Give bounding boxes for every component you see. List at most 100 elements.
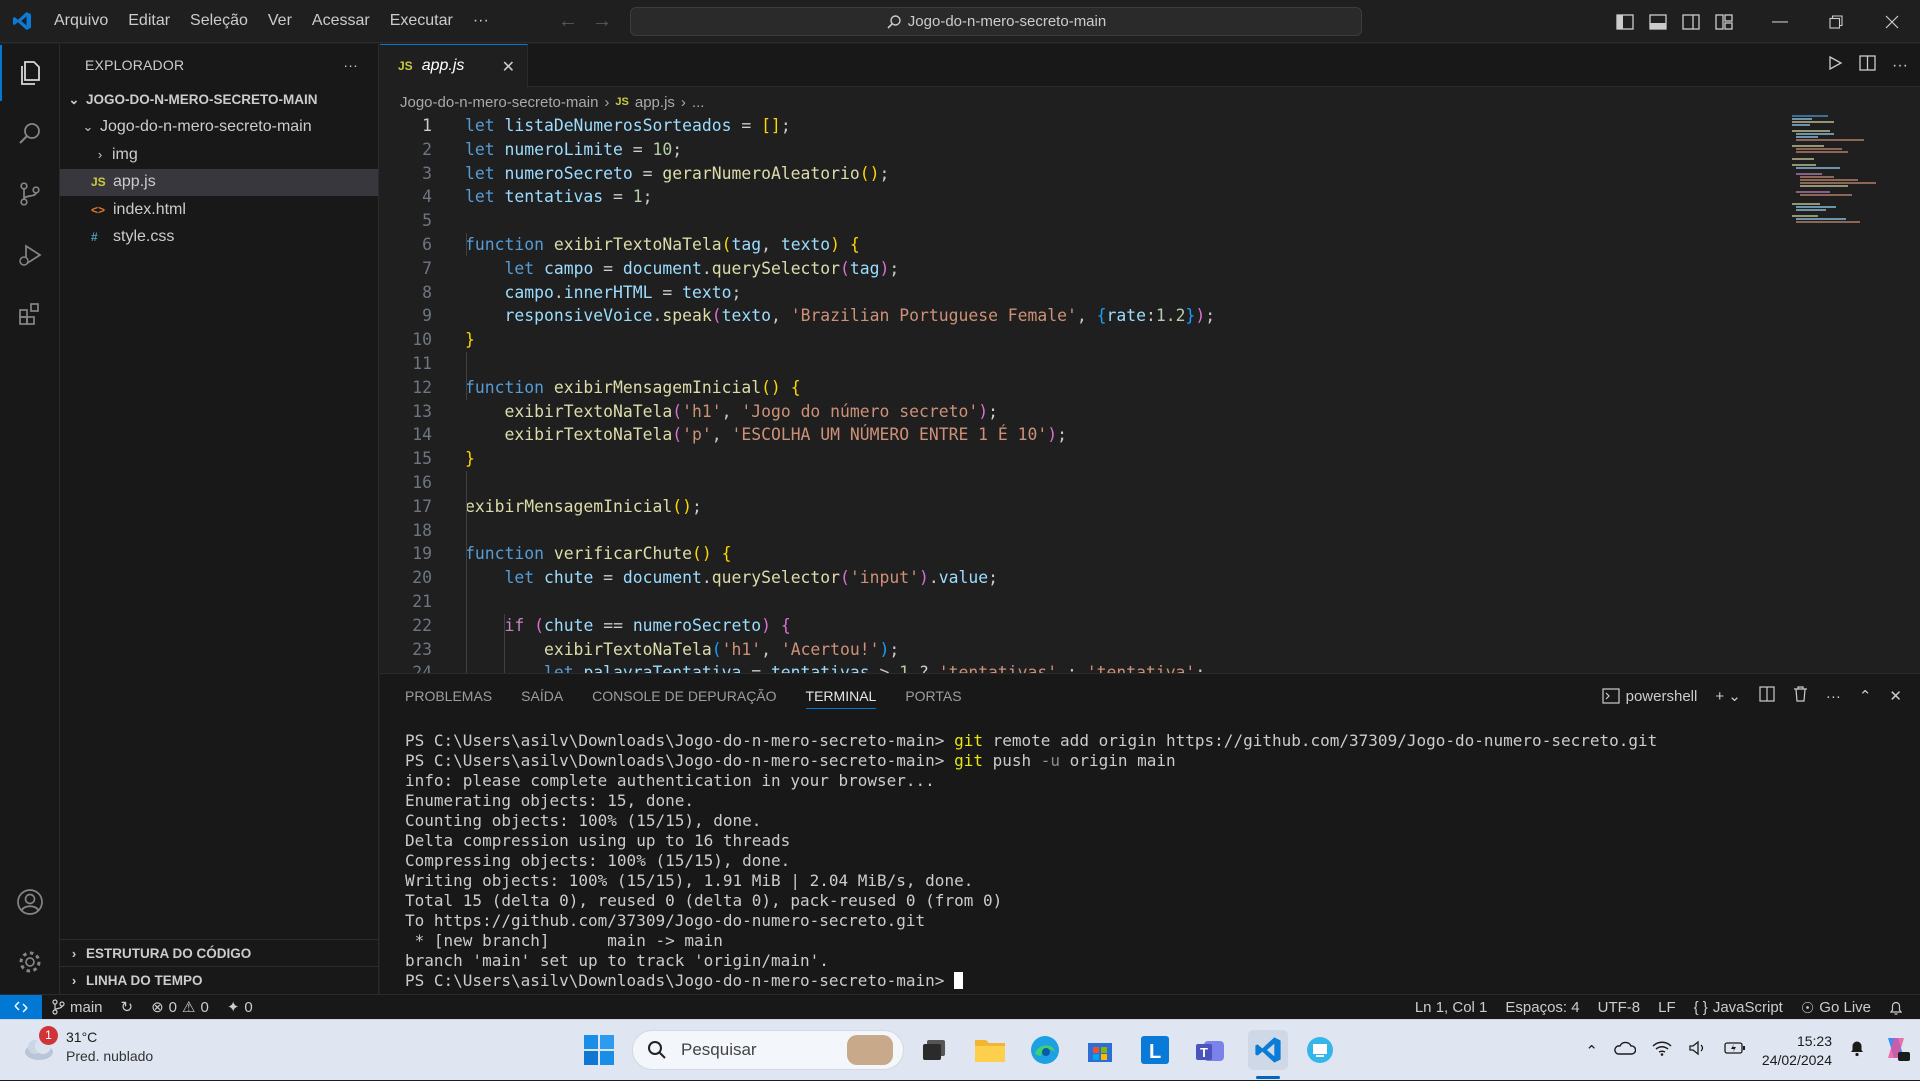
- cloud-icon: 1: [22, 1026, 58, 1064]
- system-tray: ⌃ 15:23 24/02/2024: [1585, 1020, 1910, 1081]
- battery-icon[interactable]: [1724, 1040, 1746, 1061]
- notifications-bell-icon[interactable]: [1880, 1000, 1912, 1016]
- editor-actions: ···: [1827, 44, 1908, 87]
- trash-icon[interactable]: [1793, 686, 1808, 706]
- menu-more[interactable]: ···: [463, 6, 499, 36]
- l-app-icon[interactable]: L: [1138, 1033, 1172, 1067]
- indent-guide: [466, 352, 467, 400]
- toggle-primary-sidebar-icon[interactable]: [1608, 0, 1641, 43]
- code-editor[interactable]: 1 let listaDeNumerosSorteados = []; 2 let …: [380, 114, 1920, 674]
- outline-label: ESTRUTURA DO CÓDIGO: [86, 945, 252, 961]
- breadcrumb-file[interactable]: app.js: [635, 94, 675, 111]
- workspace-root[interactable]: ⌄ JOGO-DO-N-MERO-SECRETO-MAIN: [60, 86, 378, 114]
- menu-executar[interactable]: Executar: [380, 6, 463, 36]
- toggle-secondary-sidebar-icon[interactable]: [1674, 0, 1707, 43]
- svg-text:L: L: [1149, 1041, 1161, 1063]
- close-window-icon[interactable]: [1864, 0, 1920, 43]
- go-live-button[interactable]: ☉ Go Live: [1792, 999, 1880, 1017]
- teams-icon[interactable]: T: [1193, 1033, 1227, 1067]
- vscode-taskbar-icon[interactable]: [1248, 1030, 1288, 1070]
- tab-debug-console[interactable]: CONSOLE DE DEPURAÇÃO: [592, 688, 776, 704]
- sync-icon[interactable]: ↻: [112, 998, 143, 1016]
- search-activity-icon[interactable]: [0, 106, 60, 162]
- extensions-icon[interactable]: [0, 286, 60, 342]
- taskbar-search[interactable]: Pesquisar: [632, 1030, 904, 1070]
- tray-overflow-icon[interactable]: ⌃: [1585, 1042, 1598, 1060]
- indentation[interactable]: Espaços: 4: [1496, 999, 1588, 1016]
- source-control-icon[interactable]: [0, 166, 60, 222]
- html-file-icon: <>: [91, 202, 106, 217]
- timeline-section[interactable]: › LINHA DO TEMPO: [60, 966, 379, 993]
- split-terminal-icon[interactable]: [1759, 686, 1775, 706]
- problems-indicator[interactable]: ⊗ 0 ⚠ 0: [142, 998, 218, 1017]
- maximize-panel-icon[interactable]: ⌃: [1859, 687, 1872, 705]
- ports-indicator[interactable]: ✦ 0: [218, 998, 262, 1017]
- editor-more-icon[interactable]: ···: [1892, 57, 1908, 75]
- remote-indicator-icon[interactable]: [0, 994, 42, 1020]
- code-line: 2 let numeroLimite = 10;: [422, 139, 683, 159]
- outline-section[interactable]: › ESTRUTURA DO CÓDIGO: [60, 939, 379, 966]
- volume-icon[interactable]: [1688, 1040, 1708, 1061]
- tab-ports[interactable]: PORTAS: [905, 688, 961, 704]
- tab-terminal[interactable]: TERMINAL: [805, 683, 877, 709]
- toggle-panel-icon[interactable]: [1641, 0, 1674, 43]
- menu-acessar[interactable]: Acessar: [302, 6, 380, 36]
- back-arrow-icon[interactable]: ←: [558, 10, 578, 33]
- language-mode[interactable]: { } JavaScript: [1685, 999, 1792, 1016]
- menu-arquivo[interactable]: Arquivo: [44, 6, 118, 36]
- tab-problems[interactable]: PROBLEMAS: [405, 688, 492, 704]
- code-line: 7 let campo = document.querySelector(tag…: [422, 258, 900, 278]
- terminal-line: Enumerating objects: 15, done.: [405, 791, 694, 810]
- close-panel-icon[interactable]: ✕: [1889, 687, 1902, 705]
- breadcrumb-symbol[interactable]: ...: [692, 94, 705, 111]
- close-tab-icon[interactable]: ✕: [502, 57, 515, 77]
- copilot-icon[interactable]: [1882, 1034, 1910, 1067]
- split-editor-icon[interactable]: [1859, 55, 1876, 76]
- file-index-html[interactable]: <> index.html: [60, 196, 378, 224]
- run-file-icon[interactable]: [1827, 55, 1843, 76]
- system-clock[interactable]: 15:23 24/02/2024: [1762, 1032, 1832, 1070]
- forward-arrow-icon[interactable]: →: [592, 10, 612, 33]
- microsoft-store-icon[interactable]: [1083, 1033, 1117, 1067]
- encoding[interactable]: UTF-8: [1589, 999, 1650, 1016]
- terminal-output[interactable]: PS C:\Users\asilv\Downloads\Jogo-do-n-me…: [405, 731, 1657, 991]
- menu-ver[interactable]: Ver: [258, 6, 302, 36]
- file-style-css[interactable]: # style.css: [60, 224, 378, 252]
- panel-more-icon[interactable]: ···: [1826, 688, 1841, 705]
- weather-widget[interactable]: 1 31°C Pred. nublado: [22, 1026, 153, 1066]
- remote-desktop-icon[interactable]: [1303, 1033, 1337, 1067]
- explorer-icon[interactable]: [0, 45, 60, 101]
- restore-icon[interactable]: [1808, 0, 1864, 43]
- folder-img[interactable]: › img: [60, 141, 378, 169]
- branch-indicator[interactable]: main: [42, 999, 112, 1016]
- new-terminal-icon[interactable]: + ⌄: [1715, 687, 1741, 705]
- notification-bell-icon[interactable]: [1848, 1039, 1866, 1062]
- onedrive-icon[interactable]: [1614, 1040, 1637, 1061]
- edge-browser-icon[interactable]: [1028, 1033, 1062, 1067]
- sidebar-more-button[interactable]: ···: [343, 57, 358, 73]
- breadcrumb-folder[interactable]: Jogo-do-n-mero-secreto-main: [400, 94, 598, 111]
- menu-selecao[interactable]: Seleção: [180, 6, 258, 36]
- end-of-line[interactable]: LF: [1649, 999, 1685, 1016]
- tab-app-js[interactable]: JS app.js ✕: [380, 44, 528, 87]
- folder-project[interactable]: ⌄ Jogo-do-n-mero-secreto-main: [60, 114, 378, 142]
- wifi-icon[interactable]: [1652, 1040, 1672, 1061]
- settings-gear-icon[interactable]: [0, 934, 60, 990]
- run-debug-icon[interactable]: [0, 227, 60, 283]
- tab-output[interactable]: SAÍDA: [521, 688, 563, 704]
- task-view-icon[interactable]: [918, 1033, 952, 1067]
- windows-start-icon[interactable]: [583, 1034, 615, 1071]
- minimize-icon[interactable]: —: [1752, 0, 1808, 43]
- file-style-css-label: style.css: [113, 228, 175, 246]
- sidebar-header: EXPLORADOR ···: [60, 44, 378, 86]
- code-line: 19 function verificarChute() {: [412, 544, 732, 564]
- customize-layout-icon[interactable]: [1707, 0, 1740, 43]
- file-explorer-icon[interactable]: [973, 1033, 1007, 1067]
- terminal-selector[interactable]: powershell: [1602, 688, 1697, 705]
- cursor-position[interactable]: Ln 1, Col 1: [1406, 999, 1497, 1016]
- accounts-icon[interactable]: [0, 874, 60, 930]
- command-center[interactable]: Jogo-do-n-mero-secreto-main: [630, 7, 1362, 36]
- file-app-js[interactable]: JS app.js: [60, 168, 378, 196]
- minimap[interactable]: [1790, 114, 1900, 254]
- menu-editar[interactable]: Editar: [118, 6, 180, 36]
